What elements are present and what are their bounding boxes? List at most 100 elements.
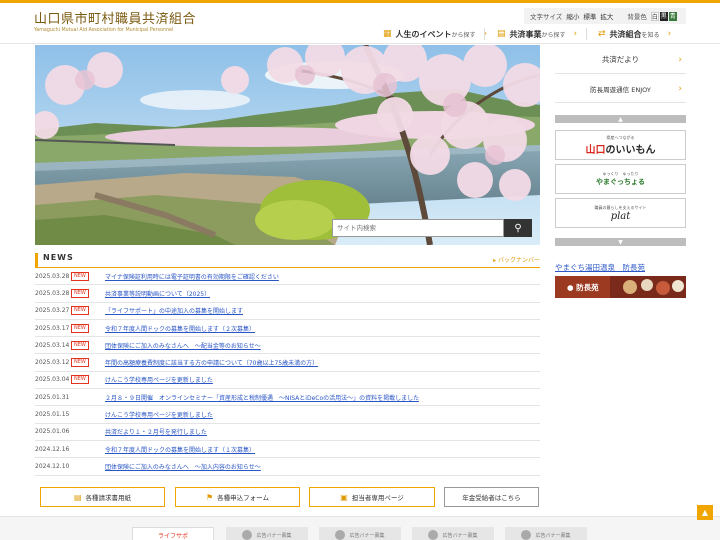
new-badge: NEW (71, 358, 89, 368)
arrow-up-icon: ▲ (701, 508, 709, 517)
news-date: 2025.03.14 (35, 341, 70, 349)
cherry-blossom-river-photo (35, 45, 540, 245)
ad-banner-slot[interactable]: 広告バナー募集 (319, 527, 401, 540)
new-badge: NEW (71, 271, 89, 281)
sidebar-link-enjoy[interactable]: 防長周遊通信 ENJOY › (555, 75, 686, 103)
sidebar-link-kyosai-dayori[interactable]: 共済だより › (555, 46, 686, 74)
ad-banner-slot[interactable]: 広告バナー募集 (505, 527, 587, 540)
news-badge-cell: NEW (71, 271, 105, 281)
news-link[interactable]: 令和７年度人間ドックの募集を開始します（１次募集） (105, 445, 255, 454)
news-item: 2025.03.28 NEW 共済事業等説明動画について（2025） (35, 285, 540, 303)
ad-placeholder-icon (428, 530, 439, 540)
news-link[interactable]: けんこう学校専用ページを更新しました (105, 375, 213, 384)
bochoen-label: ● 防長苑 (567, 283, 599, 292)
nav-life-events[interactable]: ▦ 人生のイベント から探す › (383, 26, 487, 42)
calendar-icon: ▦ (383, 29, 392, 39)
news-link[interactable]: 団体保険のご加入手続きについて（令和７年度） (105, 479, 237, 480)
news-item: 2025.03.12 NEW 年間の高額療養費制度に該当する方の申請について（70歳… (35, 354, 540, 372)
arrow-down-icon: ▼ (618, 238, 623, 246)
news-date: 2025.03.17 (35, 324, 70, 332)
news-item: 2025.01.31 ２月８・９日開催 オンラインセミナー「資産形成と税制優遇 ～… (35, 389, 540, 407)
claim-forms-button[interactable]: ▤ 各種請求書用紙 (40, 487, 165, 507)
news-badge-cell: NEW (71, 340, 105, 350)
news-link[interactable]: けんこう学校専用ページを更新しました (105, 410, 213, 419)
news-item: 2025.03.28 NEW マイナ保険証利用時には電子証明書の有効期限をご確認くだ… (35, 268, 540, 286)
person-icon: ▣ (340, 492, 348, 502)
news-item: 2025.01.15 けんこう学校専用ページを更新しました (35, 406, 540, 424)
backnumber-link[interactable]: ▸ バックナンバー (493, 255, 540, 264)
ad-banner-slot[interactable]: 広告バナー募集 (226, 527, 308, 540)
news-badge-cell: NEW (71, 288, 105, 298)
font-size-label: 文字サイズ (530, 13, 563, 21)
new-badge: NEW (71, 288, 89, 298)
nav-divider (484, 28, 485, 40)
application-forms-button[interactable]: ⚑ 各種申込フォーム (175, 487, 300, 507)
nav-services[interactable]: ▤ 共済事業 から探す › (497, 26, 577, 42)
news-item: 2024.12.10 団体保険にご加入のみなさんへ ～加入内容のお知らせ～ (35, 458, 540, 476)
handshake-icon: ⇄ (598, 29, 606, 39)
news-link[interactable]: 令和７年度人間ドックの募集を開始します（２次募集） (105, 324, 255, 333)
news-date: 2025.01.31 (35, 393, 70, 401)
news-badge-cell: NEW (71, 323, 105, 333)
news-link[interactable]: 共済だより１・２月号を発行しました (105, 427, 207, 436)
bg-blue-button[interactable]: 青 (668, 11, 677, 21)
news-badge-cell: NEW (71, 306, 105, 316)
banner-plat[interactable]: 職員の暮らしを支えるサイト plat (555, 198, 686, 228)
news-item: 2025.03.27 NEW 「ライフサポート」の中途加入の募集を開始します (35, 303, 540, 320)
news-item: 2025.03.17 NEW 令和７年度人間ドックの募集を開始します（２次募集） (35, 320, 540, 338)
font-size-small-button[interactable]: 縮小 (566, 11, 579, 21)
news-badge-cell: NEW (71, 375, 105, 385)
news-badge-cell: NEW (71, 358, 105, 368)
news-link[interactable]: マイナ保険証利用時には電子証明書の有効期限をご確認ください (105, 272, 279, 281)
ad-banner-slot[interactable]: 広告バナー募集 (412, 527, 494, 540)
font-size-large-button[interactable]: 拡大 (600, 11, 613, 21)
banner-life-support[interactable]: ライフサポ (132, 527, 214, 540)
ad-placeholder-icon (335, 530, 346, 540)
banner-yamaguchi-iimon[interactable]: 県産へつながる 山口のいいもん (555, 130, 686, 160)
search-button[interactable]: ⚲ (504, 219, 532, 237)
onsen-link[interactable]: やまぐち湯田温泉 防長苑 (555, 262, 645, 273)
news-link[interactable]: 年間の高額療養費制度に該当する方の申請について（70歳以上75歳未満の方） (105, 358, 318, 367)
new-badge: NEW (71, 340, 89, 350)
bg-white-button[interactable]: 白 (650, 11, 659, 21)
chevron-right-icon: › (678, 83, 682, 94)
banner-yamagucchoru[interactable]: ゅっくり ゅったり やまぐっちょる (555, 164, 686, 194)
bg-color-label: 背景色 (627, 13, 647, 21)
bg-black-button[interactable]: 黒 (659, 11, 668, 21)
document-icon: ▤ (497, 29, 506, 39)
chevron-right-icon: › (667, 29, 672, 39)
news-date: 2025.01.15 (35, 411, 70, 419)
search-input[interactable] (332, 219, 504, 237)
ad-placeholder-icon (521, 530, 532, 540)
news-link[interactable]: 団体保険にご加入のみなさんへ ～配当金等のお知らせ～ (105, 341, 261, 350)
nav-about[interactable]: ⇄ 共済組合 を知る › (598, 26, 671, 42)
news-link[interactable]: 共済事業等説明動画について（2025） (105, 289, 210, 298)
staff-page-button[interactable]: ▣ 担当者専用ページ (309, 487, 435, 507)
site-logo[interactable]: 山口県市町村職員共済組合 Yamaguchi Mutual Aid Associ… (34, 8, 196, 33)
nav-divider (586, 28, 587, 40)
document-icon: ▤ (73, 492, 82, 502)
bochoen-banner[interactable]: ● 防長苑 (555, 276, 686, 298)
new-badge: NEW (71, 375, 89, 385)
flag-icon: ⚑ (206, 492, 214, 502)
page-top-button[interactable]: ▲ (697, 505, 713, 520)
news-link[interactable]: ２月８・９日開催 オンラインセミナー「資産形成と税制優遇 ～NISAとiDeCo… (105, 393, 419, 402)
header-divider (0, 43, 720, 44)
news-date: 2024.12.10 (35, 462, 70, 470)
news-date: 2025.03.04 (35, 376, 70, 384)
ad-placeholder-icon (242, 530, 253, 540)
news-date: 2025.03.27 (35, 307, 70, 315)
news-link[interactable]: 「ライフサポート」の中途加入の募集を開始します (105, 306, 243, 315)
chevron-right-icon: › (573, 29, 578, 39)
news-date: 2025.03.28 (35, 272, 70, 280)
font-size-normal-button[interactable]: 標準 (583, 11, 596, 21)
top-accent-line (0, 0, 720, 3)
accessibility-toolbar: 文字サイズ 縮小 標準 拡大 背景色 白 黒 青 (524, 8, 686, 24)
pensioners-button[interactable]: 年金受給者はこちら (444, 487, 539, 507)
news-date: 2024.12.16 (35, 445, 70, 453)
news-item: 2025.03.14 NEW 団体保険にご加入のみなさんへ ～配当金等のお知らせ～ (35, 337, 540, 355)
news-link[interactable]: 団体保険にご加入のみなさんへ ～加入内容のお知らせ～ (105, 462, 261, 471)
sidebar-bar: ▼ (555, 238, 686, 246)
new-badge: NEW (71, 323, 89, 333)
news-date: 2025.01.06 (35, 428, 70, 436)
